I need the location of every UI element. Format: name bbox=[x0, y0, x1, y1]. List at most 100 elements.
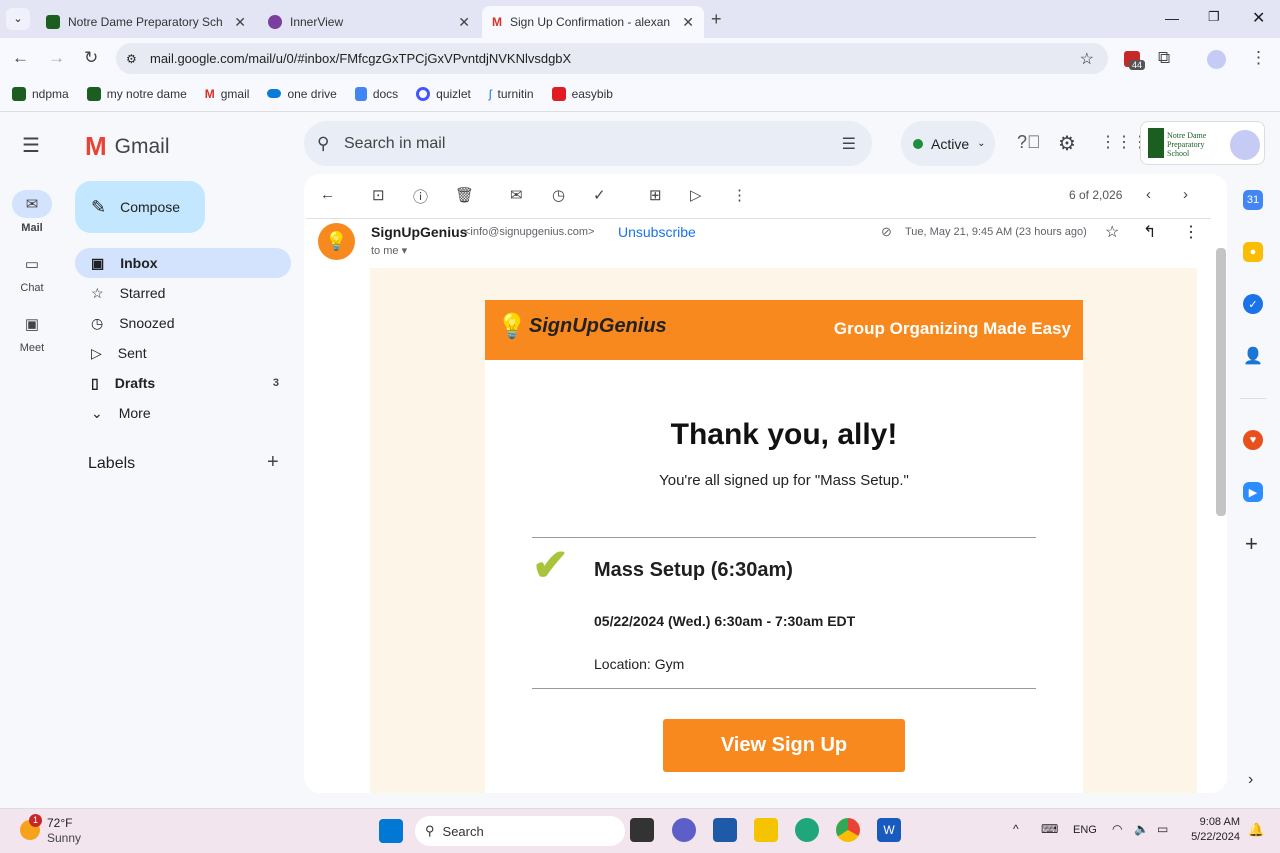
start-button[interactable] bbox=[379, 819, 403, 843]
help-icon[interactable]: ?⃝ bbox=[1017, 132, 1041, 153]
site-info-icon[interactable]: ⚙ bbox=[126, 52, 137, 66]
tasks-icon[interactable]: ✓ bbox=[1243, 294, 1263, 314]
zoom-addon-icon[interactable]: ▶ bbox=[1243, 482, 1263, 502]
move-to-icon[interactable]: ⊞ bbox=[649, 186, 662, 204]
clock-date[interactable]: 5/22/2024 bbox=[1180, 831, 1240, 843]
minimize-button[interactable]: — bbox=[1165, 10, 1179, 26]
tab-innerview[interactable]: InnerView ✕ bbox=[258, 6, 480, 38]
clock-time[interactable]: 9:08 AM bbox=[1190, 816, 1240, 828]
rail-meet[interactable]: ▣ Meet bbox=[8, 310, 56, 354]
nav-inbox[interactable]: ▣ Inbox bbox=[75, 248, 291, 278]
email-heading: Thank you, ally! bbox=[670, 418, 898, 451]
back-to-inbox-icon[interactable]: ← bbox=[320, 186, 335, 203]
more-options-icon[interactable]: ⋮ bbox=[732, 186, 747, 204]
restore-button[interactable]: ❐ bbox=[1208, 9, 1220, 25]
wifi-icon[interactable]: ◠ bbox=[1112, 822, 1122, 836]
word-icon[interactable]: W bbox=[877, 818, 901, 842]
calendar-icon[interactable]: 31 bbox=[1243, 190, 1263, 210]
older-icon[interactable]: › bbox=[1183, 186, 1188, 203]
weather-temp[interactable]: 72°F bbox=[47, 816, 72, 830]
contacts-icon[interactable]: 👤 bbox=[1243, 346, 1263, 366]
labels-heading: Labels bbox=[88, 455, 136, 472]
search-input[interactable]: ⚲ Search in mail ☰ bbox=[304, 121, 872, 166]
task-view-icon[interactable] bbox=[630, 818, 654, 842]
bookmark-my-notre-dame[interactable]: my notre dame bbox=[86, 86, 187, 101]
close-window-button[interactable]: ✕ bbox=[1252, 8, 1265, 28]
profile-avatar[interactable] bbox=[1207, 50, 1226, 69]
store-icon[interactable] bbox=[713, 818, 737, 842]
tab-search-button[interactable]: ⌄ bbox=[6, 8, 30, 30]
nav-more[interactable]: ⌄ More bbox=[75, 398, 291, 428]
chrome-menu-icon[interactable]: ⋮ bbox=[1250, 48, 1267, 68]
star-email-icon[interactable]: ☆ bbox=[1105, 222, 1119, 242]
show-hidden-icons[interactable]: ^ bbox=[1013, 822, 1019, 836]
bookmark-star-icon[interactable]: ☆ bbox=[1080, 49, 1094, 69]
notification-bell-icon[interactable]: 🔔 bbox=[1248, 822, 1264, 838]
expand-panel-icon[interactable]: › bbox=[1248, 771, 1253, 789]
taskbar-search[interactable]: ⚲ Search bbox=[415, 816, 625, 846]
add-task-icon[interactable]: ✓ bbox=[593, 186, 606, 204]
archive-icon[interactable]: ⊡ bbox=[372, 186, 385, 204]
language-indicator[interactable]: ENG bbox=[1073, 824, 1097, 836]
label-icon[interactable]: ▷ bbox=[690, 186, 702, 204]
newer-icon[interactable]: ‹ bbox=[1146, 186, 1151, 203]
tab-notre-dame[interactable]: Notre Dame Preparatory School ✕ bbox=[36, 6, 256, 38]
rail-chat[interactable]: ▭ Chat bbox=[8, 250, 56, 294]
close-tab-icon[interactable]: ✕ bbox=[458, 14, 470, 31]
chevron-down-icon: ⌄ bbox=[91, 404, 103, 421]
bookmark-one-drive[interactable]: one drive bbox=[267, 87, 337, 101]
keyboard-icon[interactable]: ⌨ bbox=[1041, 822, 1058, 836]
nav-sent[interactable]: ▷ Sent bbox=[75, 338, 291, 368]
extensions-puzzle-icon[interactable]: ⧉ bbox=[1158, 48, 1170, 68]
edge-icon[interactable] bbox=[795, 818, 819, 842]
snooze-icon[interactable]: ◷ bbox=[552, 186, 565, 204]
account-switcher[interactable]: Notre Dame Preparatory School bbox=[1140, 121, 1265, 165]
nav-drafts[interactable]: ▯ Drafts 3 bbox=[75, 368, 291, 398]
forward-icon[interactable]: → bbox=[48, 48, 65, 68]
recipients-dropdown[interactable]: to me ▾ bbox=[371, 244, 407, 257]
rail-mail[interactable]: ✉ Mail bbox=[8, 190, 56, 234]
scrollbar[interactable] bbox=[1216, 248, 1226, 516]
nav-starred[interactable]: ☆ Starred bbox=[75, 278, 291, 308]
address-bar[interactable]: ⚙ mail.google.com/mail/u/0/#inbox/FMfcgzG… bbox=[116, 43, 1108, 74]
bookmark-quizlet[interactable]: quizlet bbox=[416, 86, 471, 101]
get-addons-icon[interactable]: + bbox=[1245, 531, 1258, 557]
settings-gear-icon[interactable]: ⚙ bbox=[1058, 131, 1076, 156]
teams-icon[interactable] bbox=[672, 818, 696, 842]
volume-icon[interactable]: 🔈 bbox=[1134, 822, 1149, 836]
sender-name[interactable]: SignUpGenius bbox=[371, 224, 467, 240]
status-dot bbox=[913, 138, 923, 149]
bookmark-turnitin[interactable]: ʃ turnitin bbox=[489, 87, 534, 101]
battery-icon[interactable]: ▭ bbox=[1157, 822, 1168, 836]
bookmark-ndpma[interactable]: ndpma bbox=[12, 86, 69, 101]
new-tab-button[interactable]: + bbox=[711, 9, 722, 30]
filter-options-icon[interactable]: ☰ bbox=[842, 134, 856, 154]
close-tab-icon[interactable]: ✕ bbox=[234, 14, 246, 31]
email-more-icon[interactable]: ⋮ bbox=[1183, 222, 1199, 242]
reload-icon[interactable]: ↻ bbox=[84, 48, 98, 68]
signupgenius-logo[interactable]: 💡 SignUpGenius bbox=[497, 312, 667, 341]
compose-button[interactable]: ✎ Compose bbox=[75, 181, 205, 233]
add-label-icon[interactable]: + bbox=[267, 451, 279, 474]
unsubscribe-link[interactable]: Unsubscribe bbox=[618, 224, 696, 240]
chrome-taskbar-icon[interactable] bbox=[836, 818, 860, 842]
keep-icon[interactable]: ● bbox=[1243, 242, 1263, 262]
gmail-logo[interactable]: M Gmail bbox=[85, 131, 170, 162]
reply-icon[interactable]: ↰ bbox=[1143, 222, 1156, 242]
sender-email: <info@signupgenius.com> bbox=[464, 226, 595, 238]
status-dropdown[interactable]: Active ⌄ bbox=[901, 121, 995, 166]
mark-unread-icon[interactable]: ✉ bbox=[510, 186, 523, 204]
report-spam-icon[interactable]: ⓘ bbox=[413, 186, 428, 207]
main-menu-icon[interactable]: ☰ bbox=[22, 133, 40, 158]
bookmark-easybib[interactable]: easybib bbox=[551, 86, 613, 101]
addon-icon[interactable]: ♥ bbox=[1243, 430, 1263, 450]
bookmark-gmail[interactable]: Mgmail bbox=[205, 87, 250, 101]
file-explorer-icon[interactable] bbox=[754, 818, 778, 842]
nav-snoozed[interactable]: ◷ Snoozed bbox=[75, 308, 291, 338]
bookmark-docs[interactable]: docs bbox=[354, 86, 398, 101]
tab-sign-up-confirmation[interactable]: M Sign Up Confirmation - alexand ✕ bbox=[482, 6, 704, 38]
delete-icon[interactable]: 🗑 bbox=[455, 186, 474, 204]
back-icon[interactable]: ← bbox=[12, 48, 29, 68]
close-tab-icon[interactable]: ✕ bbox=[682, 14, 694, 31]
view-sign-up-button[interactable]: View Sign Up bbox=[663, 719, 905, 772]
